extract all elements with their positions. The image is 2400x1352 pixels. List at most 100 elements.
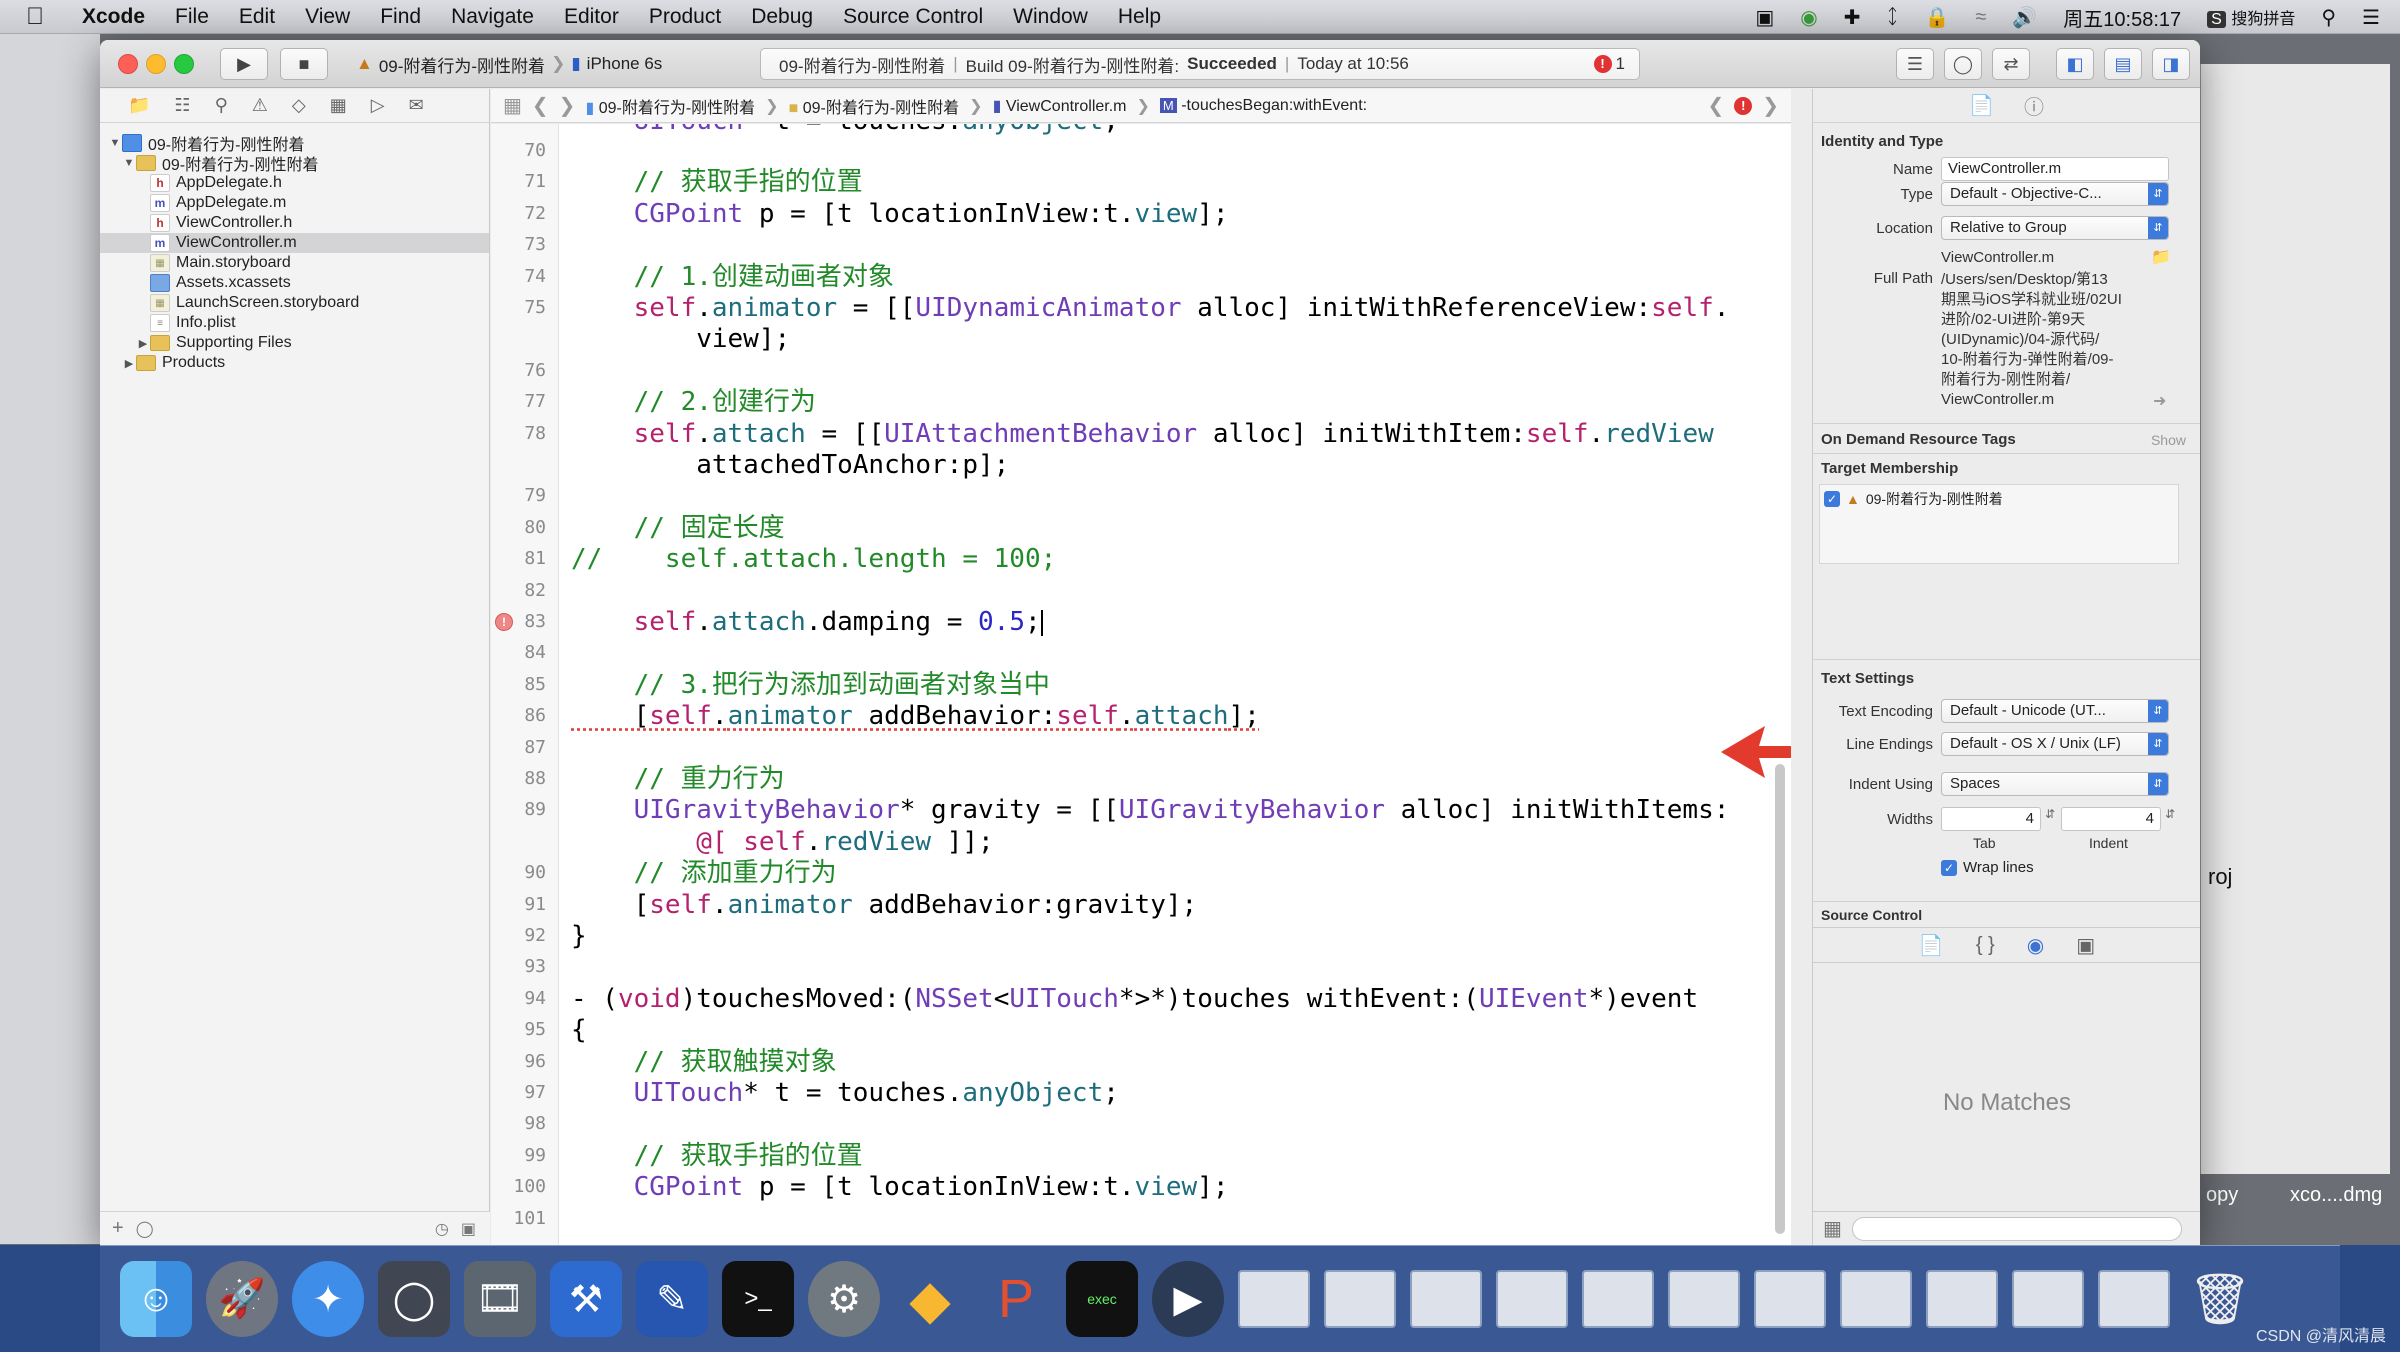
code-line[interactable]: // 1.创建动画者对象	[571, 262, 894, 293]
code-line[interactable]: CGPoint p = [t locationInView:t.view];	[571, 1172, 1229, 1203]
menu-edit[interactable]: Edit	[239, 5, 275, 29]
crumb-group[interactable]: ■ 09-附着行为-刚性附着	[789, 94, 960, 118]
code-line[interactable]: @[ self.redView ]];	[571, 827, 993, 858]
spotlight-icon[interactable]: ⚲	[2321, 5, 2336, 30]
code-line[interactable]: [self.animator addBehavior:gravity];	[571, 890, 1198, 921]
menu-debug[interactable]: Debug	[751, 5, 813, 29]
target-checkbox-checked[interactable]: ✓	[1824, 491, 1840, 507]
vertical-scrollbar[interactable]	[1775, 764, 1785, 1234]
code-line[interactable]: attachedToAnchor:p];	[571, 450, 1009, 481]
indent-width-field[interactable]: 4	[2061, 807, 2161, 831]
project-navigator-icon[interactable]: 📁	[128, 95, 150, 116]
menu-navigate[interactable]: Navigate	[451, 5, 534, 29]
code-line[interactable]: // 添加重力行为	[571, 858, 837, 889]
line-number[interactable]: 99	[491, 1145, 546, 1166]
safari-icon[interactable]: ✦	[292, 1261, 364, 1337]
code-line[interactable]: // self.attach.length = 100;	[571, 544, 1056, 575]
tree-item-group[interactable]: ▼ 09-附着行为-刚性附着	[100, 153, 318, 174]
encoding-popup[interactable]: Default - Unicode (UT... ⇵	[1941, 699, 2169, 723]
trash-icon[interactable]: 🗑	[2184, 1261, 2256, 1337]
wrap-lines-checkbox-checked[interactable]: ✓	[1941, 859, 1957, 876]
code-line[interactable]: [self.animator addBehavior:self.attach];	[571, 701, 1260, 732]
code-line[interactable]: view];	[571, 324, 790, 355]
code-line[interactable]: // 3.把行为添加到动画者对象当中	[571, 670, 1050, 701]
network-icon[interactable]: ✚	[1844, 5, 1861, 30]
console-icon[interactable]: exec	[1066, 1261, 1138, 1337]
toggle-navigator-icon[interactable]: ◧	[2056, 48, 2094, 80]
code-line[interactable]: // 固定长度	[571, 513, 785, 544]
tree-item-viewcontroller-h[interactable]: h ViewController.h	[100, 213, 292, 233]
line-number[interactable]: 94	[491, 988, 546, 1009]
finder-icon[interactable]: ☺	[120, 1261, 192, 1337]
presentation-app-icon[interactable]: P	[980, 1261, 1052, 1337]
issue-navigator-icon[interactable]: ⚠	[252, 95, 268, 116]
error-marker-icon[interactable]: !	[495, 613, 513, 631]
minimized-window-5[interactable]	[1582, 1270, 1654, 1328]
stop-button[interactable]: ■	[280, 48, 328, 80]
forward-arrow-icon[interactable]: ❯	[559, 93, 576, 118]
code-line[interactable]: // 获取手指的位置	[571, 1141, 863, 1172]
standard-editor-icon[interactable]: ☰	[1896, 48, 1934, 80]
launchpad-icon[interactable]: 🚀	[206, 1261, 278, 1337]
file-inspector-icon[interactable]: 📄	[1969, 93, 1994, 118]
type-popup[interactable]: Default - Objective-C... ⇵	[1941, 182, 2169, 206]
lock-icon[interactable]: 🔒	[1925, 5, 1950, 30]
line-number[interactable]: 76	[491, 360, 546, 381]
line-number[interactable]: 71	[491, 171, 546, 192]
toggle-utilities-icon[interactable]: ◨	[2152, 48, 2190, 80]
code-line[interactable]: - (void)touchesMoved:(NSSet<UITouch*>*)t…	[571, 984, 1698, 1015]
scm-filter-icon[interactable]: ▣	[461, 1219, 476, 1239]
disclosure-open-icon[interactable]: ▼	[108, 137, 122, 149]
choose-folder-icon[interactable]: 📁	[2151, 247, 2171, 267]
error-indicator[interactable]: ! 1	[1593, 54, 1625, 74]
crumb-file[interactable]: ▮ ViewController.m	[993, 96, 1127, 116]
add-file-icon[interactable]: +	[112, 1217, 124, 1240]
disclosure-closed-icon[interactable]: ▶	[136, 337, 150, 350]
menu-view[interactable]: View	[305, 5, 350, 29]
scheme-selector[interactable]: ▲ 09-附着行为-刚性附着 ❯ ▮ iPhone 6s	[356, 49, 662, 79]
desktop-label-opy[interactable]: opy	[2206, 1184, 2238, 1207]
tree-item-viewcontroller-m-selected[interactable]: m ViewController.m	[100, 233, 489, 253]
menu-file[interactable]: File	[175, 5, 209, 29]
line-number[interactable]: 74	[491, 266, 546, 287]
tree-item-appdelegate-h[interactable]: h AppDelegate.h	[100, 173, 282, 193]
line-number[interactable]: 82	[491, 580, 546, 601]
bluetooth-icon[interactable]: ᛨ	[1887, 6, 1899, 29]
breakpoint-navigator-icon[interactable]: ▷	[371, 95, 385, 116]
line-number[interactable]: 93	[491, 956, 546, 977]
line-number[interactable]: 86	[491, 705, 546, 726]
sync-icon[interactable]: ◉	[1800, 5, 1817, 30]
code-line[interactable]: // 2.创建行为	[571, 387, 816, 418]
code-line[interactable]: self.animator = [[UIDynamicAnimator allo…	[571, 293, 1730, 324]
source-editor[interactable]: 70 71 72 73 74 75 76 77 78 79 80 81 82 83! 84 85 86 87 88 8…	[491, 124, 1791, 1245]
menu-app[interactable]: Xcode	[82, 5, 145, 29]
tree-item-project[interactable]: ▼ 09-附着行为-刚性附着	[100, 133, 304, 154]
sketch-icon[interactable]: ◆	[894, 1261, 966, 1337]
line-number[interactable]: 89	[491, 799, 546, 820]
instruments-icon[interactable]: ✎	[636, 1261, 708, 1337]
reveal-in-finder-icon[interactable]: ➜	[2153, 391, 2166, 411]
line-number-gutter[interactable]: 70 71 72 73 74 75 76 77 78 79 80 81 82 83! 84 85 86 87 88 8…	[491, 124, 559, 1245]
library-filter-input[interactable]	[1851, 1216, 2182, 1241]
version-editor-icon[interactable]: ⇄	[1992, 48, 2030, 80]
line-number[interactable]: 81	[491, 548, 546, 569]
tree-item-assets[interactable]: Assets.xcassets	[100, 273, 291, 293]
disclosure-open-icon[interactable]: ▼	[122, 157, 136, 169]
recent-files-icon[interactable]: ◷	[435, 1219, 449, 1239]
filter-icon[interactable]: ◯	[136, 1219, 154, 1239]
code-line-partial-top[interactable]: UITouch* t = touches.anyObject;	[571, 124, 1119, 137]
input-method[interactable]: S 搜狗拼音	[2207, 5, 2295, 30]
quick-help-icon[interactable]: ⓘ	[2024, 91, 2044, 120]
test-navigator-icon[interactable]: ◇	[292, 95, 306, 116]
photo-booth-icon[interactable]: 🎞	[464, 1261, 536, 1337]
symbol-navigator-icon[interactable]: ☷	[174, 95, 190, 116]
code-line[interactable]: {	[571, 1015, 587, 1046]
line-number[interactable]: 73	[491, 234, 546, 255]
previous-issue-icon[interactable]: ❮	[1707, 93, 1724, 118]
media-library-icon[interactable]: ▣	[2076, 933, 2095, 958]
terminal-icon[interactable]: >_	[722, 1261, 794, 1337]
minimized-window-10[interactable]	[2012, 1270, 2084, 1328]
volume-icon[interactable]: 🔊	[2012, 5, 2037, 30]
find-navigator-icon[interactable]: ⚲	[215, 95, 228, 116]
location-popup[interactable]: Relative to Group ⇵	[1941, 216, 2169, 240]
